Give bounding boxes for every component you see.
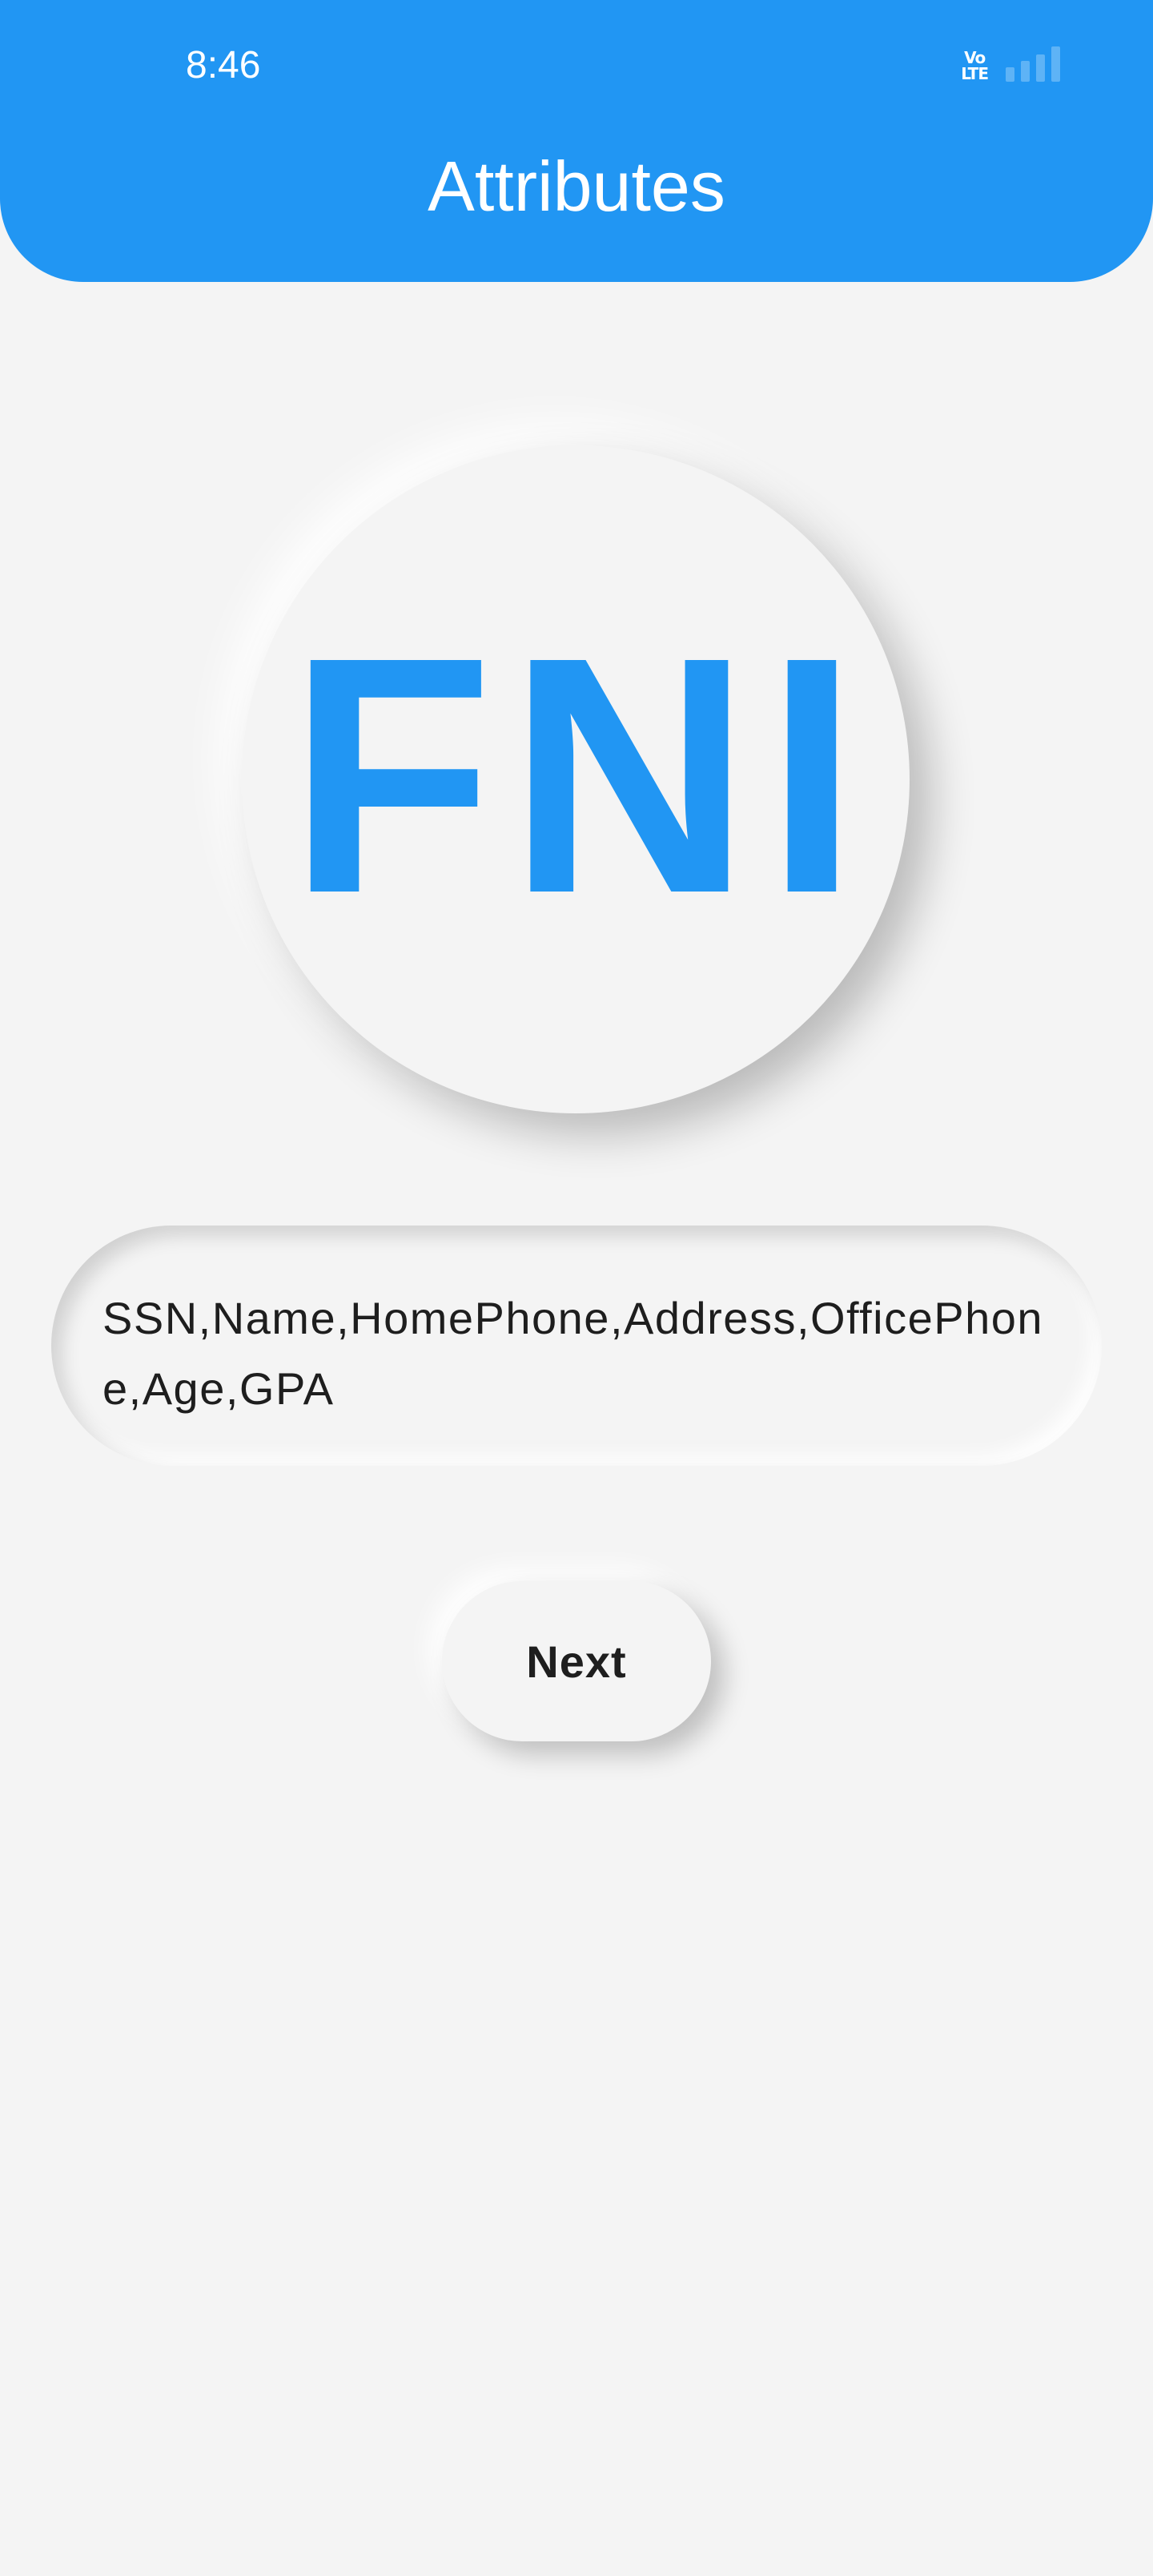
- page-title: Attributes: [428, 147, 725, 226]
- status-icons: Vo LTE: [961, 45, 1060, 82]
- app-bar: 8:46 Vo LTE Attributes: [0, 0, 1153, 282]
- next-button[interactable]: Next: [442, 1581, 711, 1741]
- attributes-field[interactable]: SSN,Name,HomePhone,Address,OfficePhone,A…: [51, 1226, 1102, 1466]
- signal-bar: [1051, 46, 1060, 82]
- signal-bar: [1036, 54, 1045, 82]
- volte-line-2: LTE: [961, 64, 989, 83]
- signal-bar: [1006, 67, 1014, 82]
- status-time: 8:46: [186, 44, 261, 87]
- signal-bar: [1021, 61, 1030, 82]
- volte-line-1: Vo: [964, 48, 986, 67]
- logo-circle: FNI: [242, 445, 910, 1113]
- signal-bars-icon: [1006, 45, 1060, 82]
- volte-icon: Vo LTE: [961, 48, 989, 83]
- logo-text: FNI: [287, 588, 874, 964]
